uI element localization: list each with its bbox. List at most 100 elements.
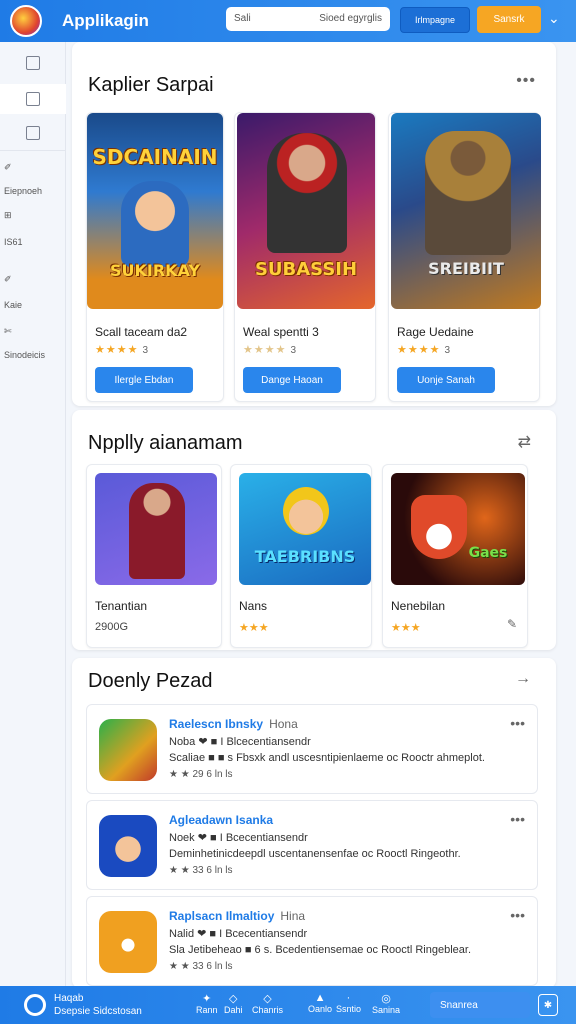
swap-icon[interactable]: ⇄: [518, 432, 532, 452]
sidebar-link-1[interactable]: ✐: [4, 162, 12, 173]
play-card[interactable]: Tenantian 2900G: [86, 464, 222, 648]
game-cover[interactable]: SUBASSIH: [237, 113, 375, 309]
footer-nav-3[interactable]: ◇ Chanris: [252, 992, 283, 1015]
row-title[interactable]: Raplsacn Ilmaltioy Hina: [169, 909, 305, 923]
arrow-right-icon[interactable]: →: [515, 670, 532, 688]
search-placeholder: Sali: [234, 13, 251, 24]
nav-label: Chanris: [252, 1005, 284, 1015]
app-logo[interactable]: [10, 5, 42, 37]
footer-action-label: Snanrea: [440, 999, 478, 1011]
play-title: Npplly aianamam: [88, 432, 243, 454]
row-line-2: Deminhetinicdeepdl uscentanensenfae oc R…: [169, 848, 461, 860]
row-line-2: Sla Jetibeheao ■ 6 s. Bcedentiensemae oc…: [169, 944, 471, 956]
recent-section: Doenly Pezad → Raelescn Ibnsky Hona Noba …: [72, 658, 556, 988]
app-icon[interactable]: [99, 815, 157, 877]
sidebar-item-page[interactable]: [0, 84, 66, 114]
more-icon[interactable]: •••: [510, 907, 525, 923]
search-input[interactable]: Sali Sioed egyrglis: [226, 7, 390, 31]
footer-text-1: Haqab: [54, 993, 84, 1004]
play-card-meta: ★★★: [391, 622, 421, 634]
settings-icon[interactable]: ✱: [538, 994, 558, 1016]
footer-text-2: Dsepsie Sidcstosan: [54, 1006, 142, 1017]
secondary-button[interactable]: Sansrk: [477, 6, 541, 33]
stars-text: ★★★★: [397, 344, 441, 356]
footer-logo-icon[interactable]: [24, 994, 46, 1016]
row-title[interactable]: Agleadawn Isanka: [169, 813, 279, 827]
row-meta: ★ ★ 33 6 ln ls: [169, 961, 233, 972]
row-line-2: Scaliae ■ ■ s Fbsxk andl uscesntipienlae…: [169, 752, 485, 764]
get-button[interactable]: Ilergle Ebdan: [95, 367, 193, 393]
more-icon[interactable]: •••: [510, 715, 525, 731]
sidebar-link-2[interactable]: ⊞: [4, 210, 12, 221]
nav-label: Ssntio: [336, 1004, 362, 1014]
home-icon: [26, 56, 40, 70]
row-meta: ★ ★ 29 6 ln ls: [169, 769, 233, 780]
row-line-1: Noba ❤ ■ I Blcecentiansendr: [169, 736, 311, 748]
nav-icon: ◎: [381, 993, 391, 1005]
character-art: [129, 483, 185, 579]
app-icon[interactable]: [99, 719, 157, 781]
game-card[interactable]: SUBASSIH Weal spentti 3 ★★★★ 3 Dange Haoa…: [234, 112, 376, 402]
row-meta: ★ ★ 33 6 ln ls: [169, 865, 233, 876]
game-cover[interactable]: SDCAINAIN SUKIRKAY: [87, 113, 223, 309]
row-line-1: Nalid ❤ ■ I Bcecentiansendr: [169, 928, 308, 940]
sidebar-label-1[interactable]: Eiepnoeh: [4, 186, 42, 196]
featured-section: Kaplier Sarpai ••• SDCAINAIN SUKIRKAY Sc…: [72, 42, 556, 406]
footer-nav-4[interactable]: ▲ Oanlo: [308, 992, 332, 1014]
sidebar-item-library[interactable]: [0, 126, 66, 152]
nav-label: Dahi: [224, 1005, 243, 1015]
sidebar-link-4[interactable]: ✄: [4, 326, 12, 337]
app-icon[interactable]: [99, 911, 157, 973]
rating-stars: ★★★★ 3: [397, 343, 451, 356]
row-subtitle: Hona: [269, 717, 298, 731]
character-art: [283, 487, 329, 535]
sidebar-item-home[interactable]: [0, 56, 66, 82]
play-cover[interactable]: Gaes: [391, 473, 525, 585]
sidebar-label-4[interactable]: Sinodeicis: [4, 350, 45, 360]
edit-icon[interactable]: ✎: [507, 617, 517, 631]
footer-nav-2[interactable]: ◇ Dahi: [224, 992, 243, 1015]
nav-icon: ·: [346, 992, 351, 1004]
footer-nav-5[interactable]: · Ssntio: [336, 992, 361, 1014]
top-bar: Applikagin Sali Sioed egyrglis Irlmpagne…: [0, 0, 576, 42]
game-card[interactable]: SDCAINAIN SUKIRKAY Scall taceam da2 ★★★★…: [86, 112, 224, 402]
footer-nav-6[interactable]: ◎ Sanina: [372, 992, 400, 1015]
game-cover[interactable]: SREIBIIT: [391, 113, 541, 309]
play-cover[interactable]: TAEBRIBNS: [239, 473, 371, 585]
game-card[interactable]: SREIBIIT Rage Uedaine ★★★★ 3 Uonje Sanah: [388, 112, 541, 402]
footer-nav-1[interactable]: ✦ Rann: [196, 992, 218, 1015]
chevron-down-icon[interactable]: ⌄: [548, 10, 560, 27]
search-hint: Sioed egyrglis: [319, 13, 382, 24]
rating-value: 3: [142, 345, 150, 356]
nav-icon: ▲: [314, 992, 326, 1004]
row-title[interactable]: Raelescn Ibnsky Hona: [169, 717, 298, 731]
card-title: Rage Uedaine: [397, 325, 474, 339]
primary-button[interactable]: Irlmpagne: [400, 7, 470, 33]
more-icon[interactable]: •••: [510, 811, 525, 827]
rating-stars: ★★★★ 3: [95, 343, 149, 356]
featured-title: Kaplier Sarpai: [88, 74, 214, 96]
sidebar-label-2[interactable]: IS61: [4, 237, 23, 247]
get-button[interactable]: Uonje Sanah: [397, 367, 495, 393]
rating-value: 3: [290, 345, 298, 356]
play-card-meta: 2900G: [95, 621, 129, 633]
play-card[interactable]: TAEBRIBNS Nans ★★★: [230, 464, 372, 648]
play-card-title: Nenebilan: [391, 599, 446, 613]
footer-action-button[interactable]: Snanrea: [430, 992, 530, 1018]
sidebar-link-3[interactable]: ✐: [4, 274, 12, 285]
nav-icon: ◇: [229, 993, 238, 1005]
cover-text: Gaes: [468, 545, 508, 561]
list-item[interactable]: Agleadawn Isanka Noek ❤ ■ I Bcecentianse…: [86, 800, 538, 890]
more-icon[interactable]: •••: [516, 72, 536, 90]
sidebar-label-3[interactable]: Kaie: [4, 300, 22, 310]
play-cover[interactable]: [95, 473, 217, 585]
play-section: Npplly aianamam ⇄ Tenantian 2900G TAEBRI…: [72, 410, 556, 650]
play-card-title: Tenantian: [95, 599, 148, 613]
sidebar: ✐ Eiepnoeh ⊞ IS61 ✐ Kaie ✄ Sinodeicis: [0, 42, 66, 986]
list-item[interactable]: Raplsacn Ilmaltioy Hina Nalid ❤ ■ I Bcece…: [86, 896, 538, 986]
play-card[interactable]: Gaes Nenebilan ★★★ ✎: [382, 464, 528, 648]
list-item[interactable]: Raelescn Ibnsky Hona Noba ❤ ■ I Blcecenti…: [86, 704, 538, 794]
stars-text: ★★★★: [243, 344, 287, 356]
character-art: [425, 131, 511, 255]
get-button[interactable]: Dange Haoan: [243, 367, 341, 393]
